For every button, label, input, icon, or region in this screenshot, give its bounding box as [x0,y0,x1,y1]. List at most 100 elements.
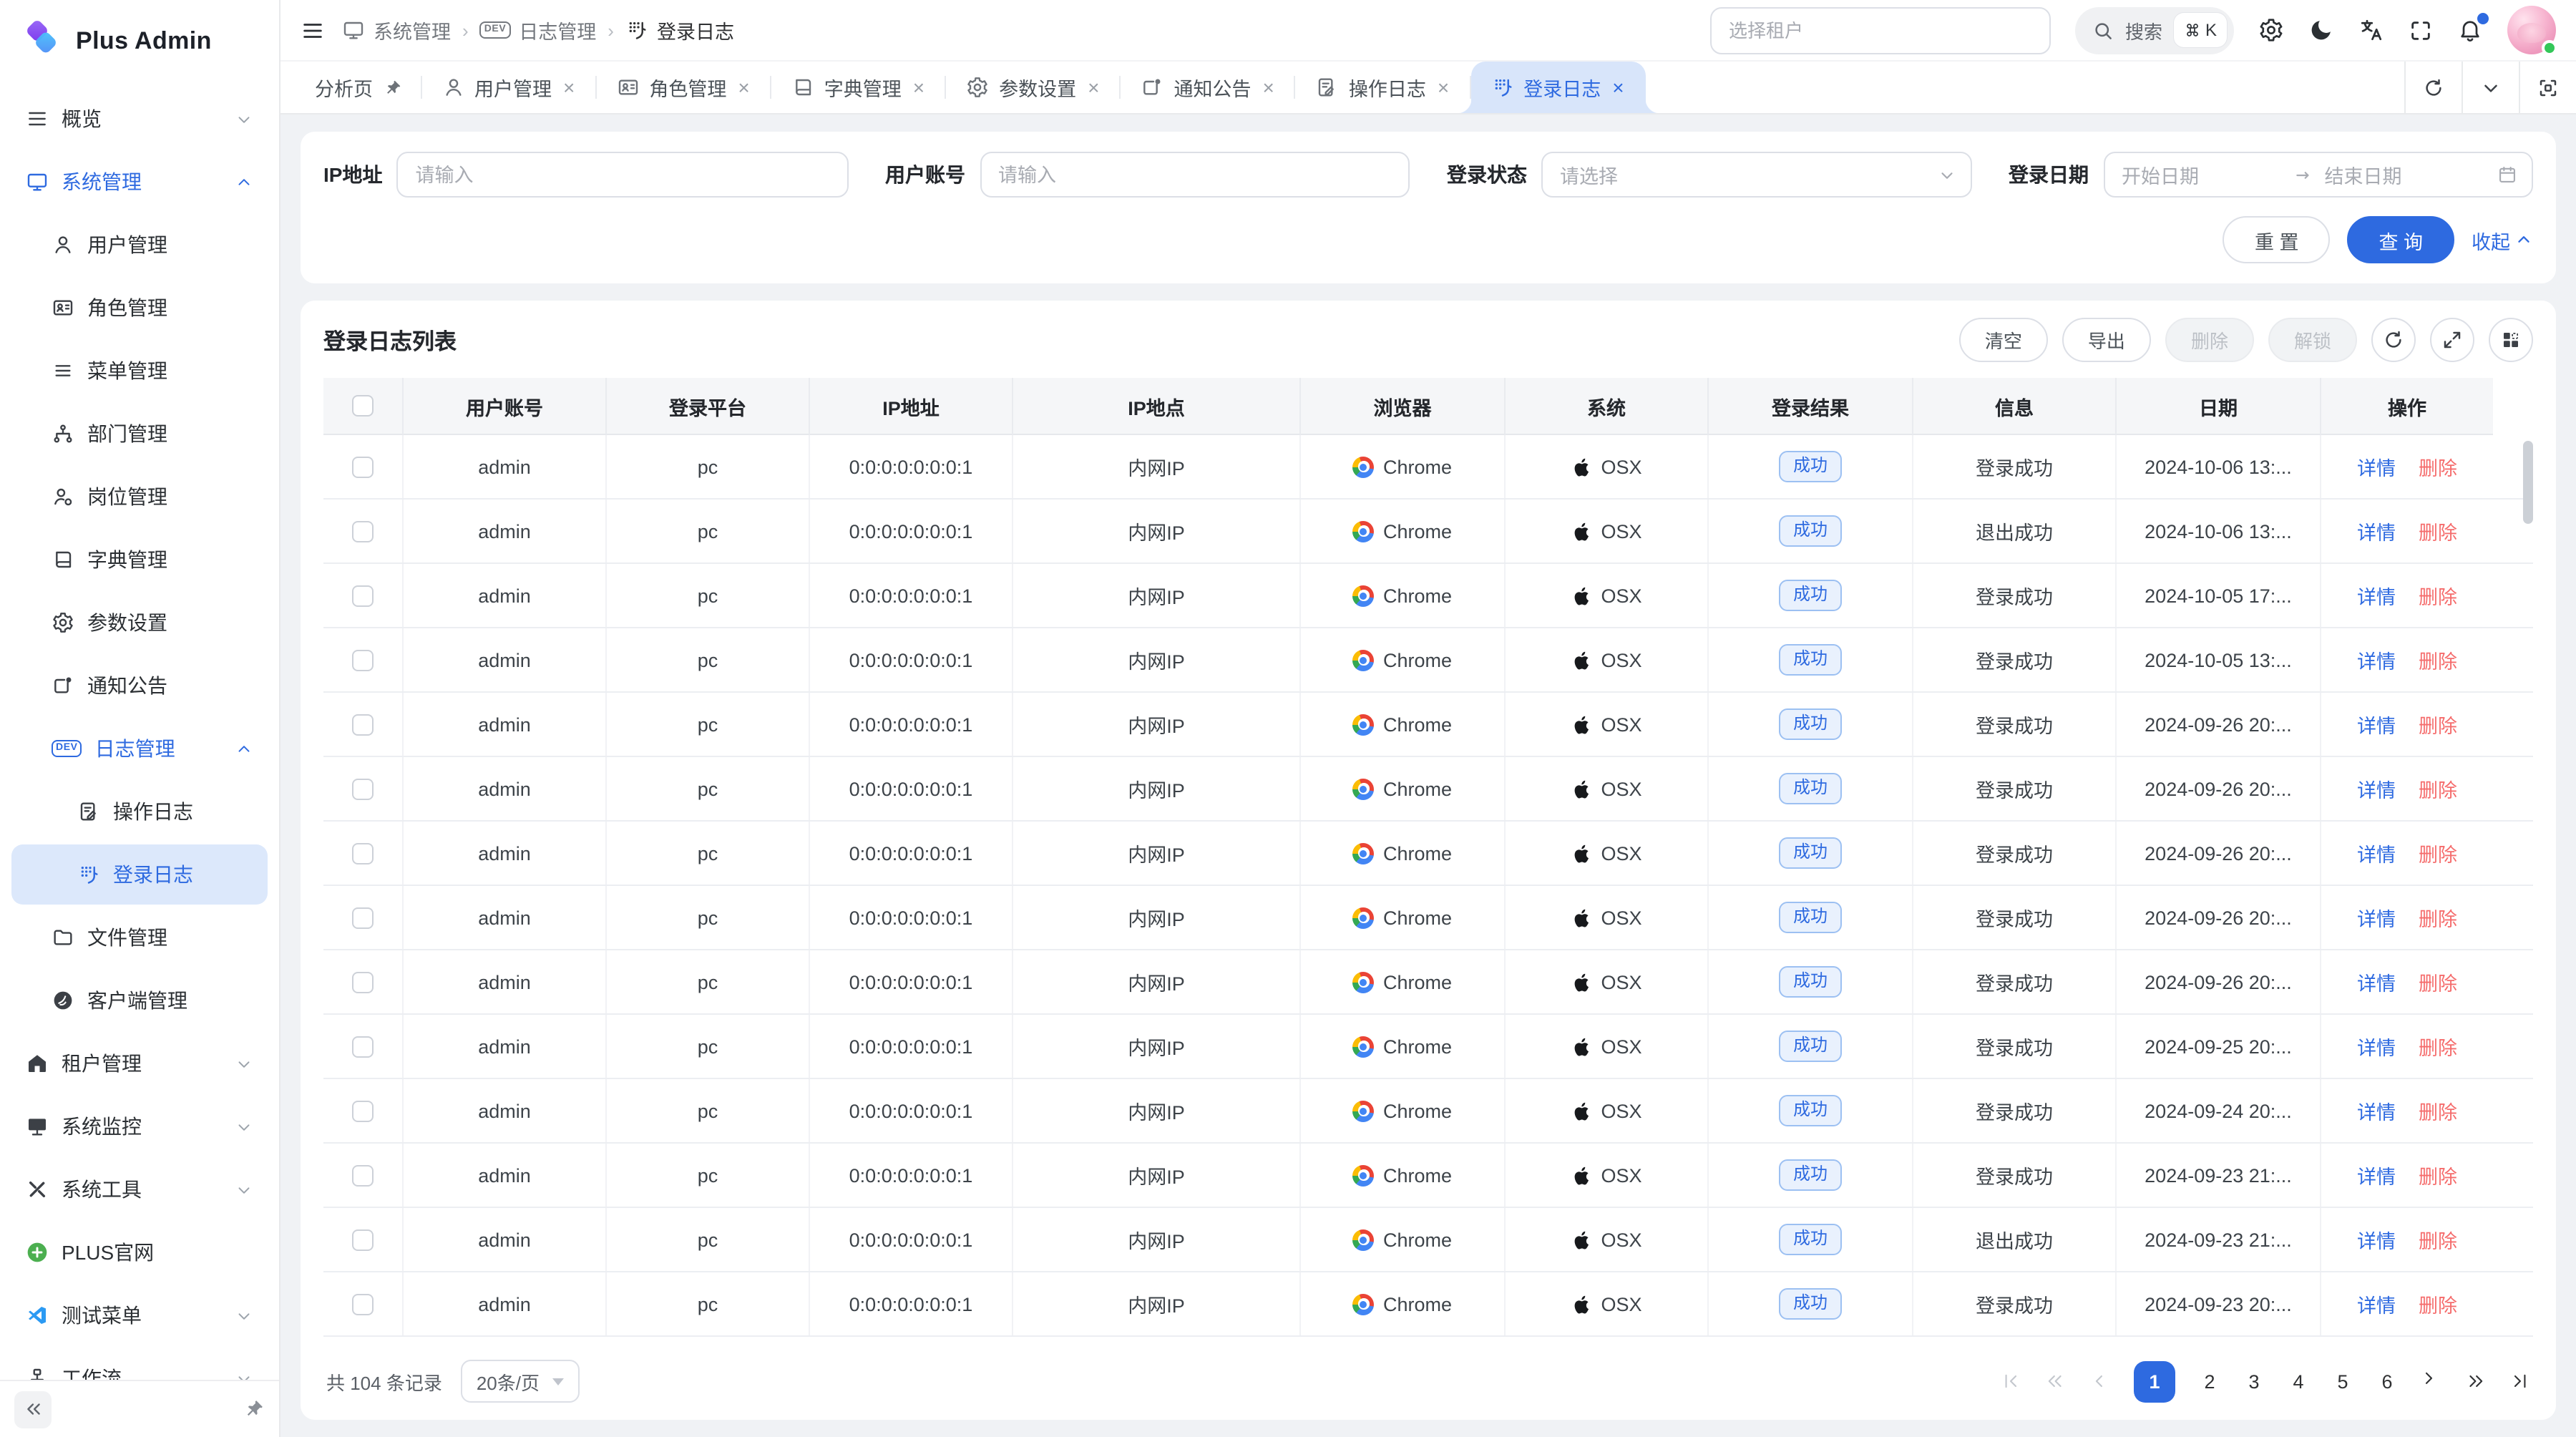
tab-分析页[interactable]: 分析页 [295,62,421,113]
refresh-button[interactable] [2371,318,2416,362]
sidebar-item-字典管理[interactable]: 字典管理 [11,530,268,590]
row-checkbox[interactable] [352,649,374,671]
tab-close-icon[interactable]: × [562,77,576,97]
sidebar-item-登录日志[interactable]: 登录日志 [11,844,268,905]
delete-link[interactable]: 删除 [2419,1290,2457,1318]
page-last-icon[interactable] [2510,1371,2530,1391]
tab-close-icon[interactable]: × [1436,77,1450,97]
breadcrumb-item-日志管理[interactable]: DEV 日志管理 [480,16,597,44]
table-scrollbar-thumb[interactable] [2523,441,2533,524]
sidebar-item-文件管理[interactable]: 文件管理 [11,907,268,968]
tab-close-icon[interactable]: × [736,77,751,97]
delete-link[interactable]: 删除 [2419,517,2457,545]
page-prev-icon[interactable] [2089,1371,2109,1391]
sidebar-item-客户端管理[interactable]: 客户端管理 [11,970,268,1031]
fullscreen-icon[interactable] [2409,18,2433,42]
sidebar-item-日志管理[interactable]: DEV 日志管理 [11,718,268,779]
detail-link[interactable]: 详情 [2357,646,2396,674]
detail-link[interactable]: 详情 [2357,517,2396,545]
tab-角色管理[interactable]: 角色管理 × [596,62,771,113]
account-input[interactable] [980,152,1410,198]
select-all-checkbox[interactable] [352,395,374,417]
row-checkbox[interactable] [352,585,374,606]
sidebar-item-系统管理[interactable]: 系统管理 [11,152,268,212]
detail-link[interactable]: 详情 [2357,1032,2396,1061]
delete-link[interactable]: 删除 [2419,774,2457,803]
row-checkbox[interactable] [352,907,374,928]
tab-用户管理[interactable]: 用户管理 × [421,62,596,113]
row-checkbox[interactable] [352,713,374,735]
sidebar-item-系统监控[interactable]: 系统监控 [11,1096,268,1156]
row-checkbox[interactable] [352,456,374,477]
reset-button[interactable]: 重 置 [2223,216,2331,263]
tab-close-icon[interactable]: × [1086,77,1101,97]
delete-link[interactable]: 删除 [2419,1161,2457,1189]
sidebar-item-部门管理[interactable]: 部门管理 [11,404,268,464]
clear-button[interactable]: 清空 [1959,318,2048,362]
sidebar-item-租户管理[interactable]: 租户管理 [11,1033,268,1093]
sidebar-item-通知公告[interactable]: 通知公告 [11,656,268,716]
page-next-double-icon[interactable] [2466,1371,2486,1391]
row-checkbox[interactable] [352,1100,374,1121]
sidebar-item-测试菜单[interactable]: 测试菜单 [11,1285,268,1345]
tab-参数设置[interactable]: 参数设置 × [946,62,1121,113]
tab-close-icon[interactable]: × [912,77,926,97]
notifications-icon[interactable] [2457,17,2483,43]
sidebar-item-操作日志[interactable]: 操作日志 [11,781,268,842]
sidebar-item-概览[interactable]: 概览 [11,89,268,149]
sidebar-item-系统工具[interactable]: 系统工具 [11,1159,268,1219]
delete-link[interactable]: 删除 [2419,1225,2457,1254]
sidebar-item-岗位管理[interactable]: 岗位管理 [11,467,268,527]
delete-link[interactable]: 删除 [2419,903,2457,932]
detail-link[interactable]: 详情 [2357,774,2396,803]
sidebar-item-用户管理[interactable]: 用户管理 [11,215,268,275]
tabs-refresh-icon[interactable] [2404,62,2462,113]
export-button[interactable]: 导出 [2062,318,2151,362]
delete-button[interactable]: 删除 [2165,318,2254,362]
page-first-icon[interactable] [2001,1371,2021,1391]
page-number-6[interactable]: 6 [2377,1370,2397,1392]
detail-link[interactable]: 详情 [2357,581,2396,610]
row-checkbox[interactable] [352,1293,374,1315]
table-fullscreen-button[interactable] [2430,318,2474,362]
sidebar-item-工作流[interactable]: 工作流 [11,1348,268,1380]
detail-link[interactable]: 详情 [2357,1225,2396,1254]
global-search[interactable]: 搜索 K [2075,6,2234,54]
row-checkbox[interactable] [352,1229,374,1250]
unlock-button[interactable]: 解锁 [2268,318,2357,362]
collapse-filter-link[interactable]: 收起 [2472,225,2533,254]
sidebar-collapse-button[interactable] [14,1390,52,1428]
tab-登录日志[interactable]: 登录日志 × [1470,62,1645,113]
tab-操作日志[interactable]: 操作日志 × [1296,62,1470,113]
sidebar-pin-icon[interactable] [243,1398,265,1420]
sidebar-item-菜单管理[interactable]: 菜单管理 [11,341,268,401]
detail-link[interactable]: 详情 [2357,903,2396,932]
row-checkbox[interactable] [352,842,374,864]
page-number-1[interactable]: 1 [2134,1360,2175,1402]
sidebar-item-PLUS官网[interactable]: PLUS官网 [11,1222,268,1282]
pin-icon[interactable] [383,78,401,97]
row-checkbox[interactable] [352,1036,374,1057]
ip-input[interactable] [396,152,848,198]
tab-通知公告[interactable]: 通知公告 × [1121,62,1296,113]
page-size-select[interactable]: 20条/页 [461,1360,580,1403]
delete-link[interactable]: 删除 [2419,839,2457,867]
delete-link[interactable]: 删除 [2419,710,2457,739]
status-select[interactable]: 请选择 [1541,152,1971,198]
dark-mode-icon[interactable] [2308,17,2334,43]
delete-link[interactable]: 删除 [2419,1032,2457,1061]
delete-link[interactable]: 删除 [2419,1096,2457,1125]
sidebar-item-角色管理[interactable]: 角色管理 [11,278,268,338]
row-checkbox[interactable] [352,971,374,993]
page-prev-double-icon[interactable] [2045,1371,2065,1391]
page-number-4[interactable]: 4 [2288,1370,2308,1392]
delete-link[interactable]: 删除 [2419,581,2457,610]
delete-link[interactable]: 删除 [2419,452,2457,481]
tab-close-icon[interactable]: × [1262,77,1276,97]
sidebar-item-参数设置[interactable]: 参数设置 [11,593,268,653]
page-number-3[interactable]: 3 [2244,1370,2264,1392]
detail-link[interactable]: 详情 [2357,839,2396,867]
page-next-icon[interactable] [2421,1371,2441,1391]
page-number-2[interactable]: 2 [2200,1370,2220,1392]
delete-link[interactable]: 删除 [2419,646,2457,674]
